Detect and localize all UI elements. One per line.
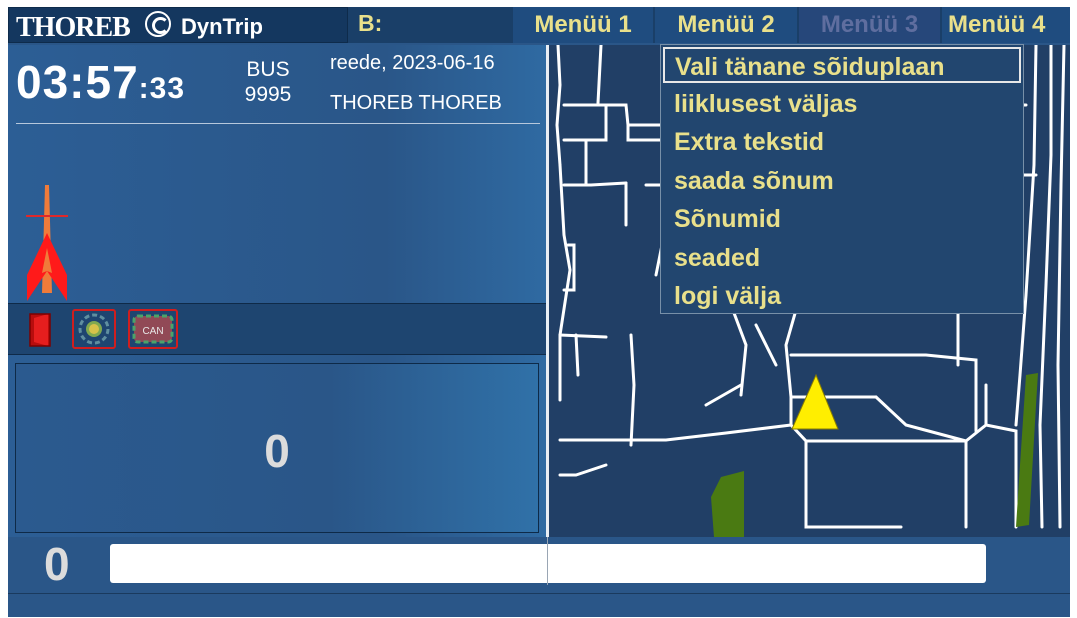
top-bar: THOREB DynTrip B: Menüü 1 Menüü 2 Menüü … [8, 7, 1070, 43]
vehicle-marker [791, 373, 839, 430]
clock: 03:57:33 [16, 55, 185, 109]
divider [16, 123, 540, 124]
bus-label: BUS [246, 58, 290, 81]
menu-1[interactable]: Menüü 1 [513, 7, 653, 43]
menu-item-out-of-service[interactable]: liiklusest väljas [661, 86, 1023, 122]
clock-seconds: :33 [138, 72, 186, 105]
logo-wordmark: THOREB [16, 12, 131, 43]
message-divider [547, 537, 548, 585]
menu-2[interactable]: Menüü 2 [655, 7, 797, 43]
indicator-strip: CAN [8, 303, 546, 355]
counter-value: 0 [264, 425, 290, 477]
bottom-counter: 0 [44, 538, 70, 590]
passenger-counter: 0 [15, 363, 539, 533]
menu-item-send-message[interactable]: saada sõnum [661, 163, 1023, 199]
status-panel: 03:57:33 BUS 9995 reede, 2023-06-16 THOR… [8, 45, 546, 537]
date-label: reede, 2023-06-16 [330, 52, 495, 74]
menu-2-dropdown: Vali tänane sõiduplaan liiklusest väljas… [660, 44, 1024, 314]
app-window: THOREB DynTrip B: Menüü 1 Menüü 2 Menüü … [8, 7, 1070, 617]
logo: THOREB DynTrip [8, 7, 348, 43]
product-name: DynTrip [181, 14, 263, 39]
clock-hours-minutes: 03:57 [16, 56, 139, 108]
menu-item-settings[interactable]: seaded [661, 240, 1023, 276]
bottom-divider [8, 593, 1070, 594]
message-bar[interactable] [110, 544, 986, 583]
heading-arrow-icon [26, 185, 68, 301]
menu-item-select-schedule[interactable]: Vali tänane sõiduplaan [663, 47, 1021, 83]
gps-status-icon[interactable] [72, 309, 116, 349]
menu-3: Menüü 3 [799, 7, 940, 43]
bus-info: BUS 9995 [238, 57, 298, 107]
bus-number: 9995 [244, 83, 292, 106]
menu-item-messages[interactable]: Sõnumid [661, 201, 1023, 237]
can-label: CAN [142, 326, 163, 337]
logo-c-icon [145, 11, 171, 37]
bottom-bar: 0 [8, 537, 1070, 617]
door-icon [29, 313, 51, 347]
map-separator [546, 45, 549, 537]
menu-item-extra-texts[interactable]: Extra tekstid [661, 124, 1023, 160]
route-prefix: B: [358, 10, 383, 36]
can-status-icon[interactable]: CAN [128, 309, 178, 349]
driver-name: THOREB THOREB [330, 92, 502, 114]
menu-item-logout[interactable]: logi välja [661, 278, 1023, 314]
menu-4[interactable]: Menüü 4 [942, 7, 1070, 43]
